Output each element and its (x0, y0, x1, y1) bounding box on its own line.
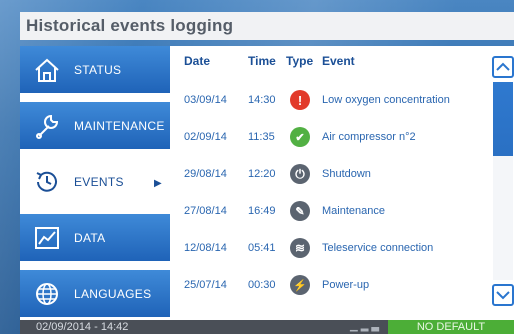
sidebar-item-maintenance[interactable]: MAINTENANCE (20, 102, 170, 152)
events-table: Date Time Type Event 03/09/14 14:30 ! Lo… (176, 46, 486, 320)
row-time: 00:30 (248, 279, 276, 291)
sidebar-item-label: DATA (74, 230, 106, 245)
chart-icon (30, 223, 64, 253)
sidebar-item-label: EVENTS (74, 174, 124, 189)
row-event: Teleservice connection (322, 242, 434, 254)
table-row[interactable]: 25/07/14 00:30 ⚡ Power-up (176, 269, 486, 306)
wrench-icon (30, 111, 64, 141)
table-row[interactable]: 27/08/14 16:49 ✎ Maintenance (176, 195, 486, 232)
scroll-track[interactable] (493, 82, 513, 280)
column-header-type: Type (286, 54, 314, 68)
column-header-date: Date (184, 54, 211, 68)
chevron-up-icon (496, 62, 510, 71)
row-time: 16:49 (248, 205, 276, 217)
sidebar-item-events[interactable]: EVENTS ▶ (20, 158, 170, 208)
sidebar-item-label: LANGUAGES (74, 286, 152, 301)
clock-history-icon (30, 167, 64, 197)
table-row[interactable]: 29/08/14 12:20 ⏻ Shutdown (176, 158, 486, 195)
scroll-up-button[interactable] (492, 56, 514, 78)
scroll-thumb[interactable] (493, 82, 513, 156)
row-event: Maintenance (322, 205, 385, 217)
bolt-icon: ⚡ (290, 275, 310, 295)
sidebar-item-label: MAINTENANCE (74, 118, 165, 133)
table-row[interactable]: 12/08/14 05:41 ≋ Teleservice connection (176, 232, 486, 269)
row-date: 03/09/14 (184, 94, 227, 106)
status-bar: 02/09/2014 - 14:42 ▁▂▃ ≋ ✱ NO DEFAULT (20, 320, 514, 334)
column-header-event: Event (322, 54, 355, 68)
row-event: Power-up (322, 279, 370, 291)
page-title: Historical events logging (20, 12, 514, 40)
row-date: 02/09/14 (184, 131, 227, 143)
home-icon (30, 55, 64, 85)
device-screen: STATUS MAINTENANCE EVENTS ▶ DATA LANGUAG… (20, 46, 514, 334)
globe-icon (30, 279, 64, 309)
power-icon: ⏻ (290, 164, 310, 184)
row-event: Air compressor n°2 (322, 131, 416, 143)
sidebar-nav: STATUS MAINTENANCE EVENTS ▶ DATA LANGUAG… (20, 46, 170, 320)
sidebar-item-data[interactable]: DATA (20, 214, 170, 264)
row-event: Shutdown (322, 168, 371, 180)
row-date: 27/08/14 (184, 205, 227, 217)
check-icon: ✔ (290, 127, 310, 147)
row-date: 25/07/14 (184, 279, 227, 291)
caret-right-icon: ▶ (154, 178, 162, 189)
status-datetime: 02/09/2014 - 14:42 (36, 321, 129, 333)
row-time: 12:20 (248, 168, 276, 180)
row-time: 05:41 (248, 242, 276, 254)
status-badge: NO DEFAULT (388, 320, 514, 334)
table-row[interactable]: 02/09/14 11:35 ✔ Air compressor n°2 (176, 121, 486, 158)
sidebar-item-languages[interactable]: LANGUAGES (20, 270, 170, 320)
sidebar-item-status[interactable]: STATUS (20, 46, 170, 96)
wrench-icon: ✎ (290, 201, 310, 221)
chevron-down-icon (496, 291, 510, 300)
sidebar-item-label: STATUS (74, 62, 122, 77)
scrollbar[interactable] (492, 56, 514, 306)
row-time: 14:30 (248, 94, 276, 106)
row-event: Low oxygen concentration (322, 94, 450, 106)
row-date: 29/08/14 (184, 168, 227, 180)
row-date: 12/08/14 (184, 242, 227, 254)
column-header-time: Time (248, 54, 276, 68)
table-row[interactable]: 03/09/14 14:30 ! Low oxygen concentratio… (176, 84, 486, 121)
row-time: 11:35 (248, 131, 275, 143)
alert-icon: ! (290, 90, 310, 110)
wifi-icon: ≋ (290, 238, 310, 258)
scroll-down-button[interactable] (492, 284, 514, 306)
